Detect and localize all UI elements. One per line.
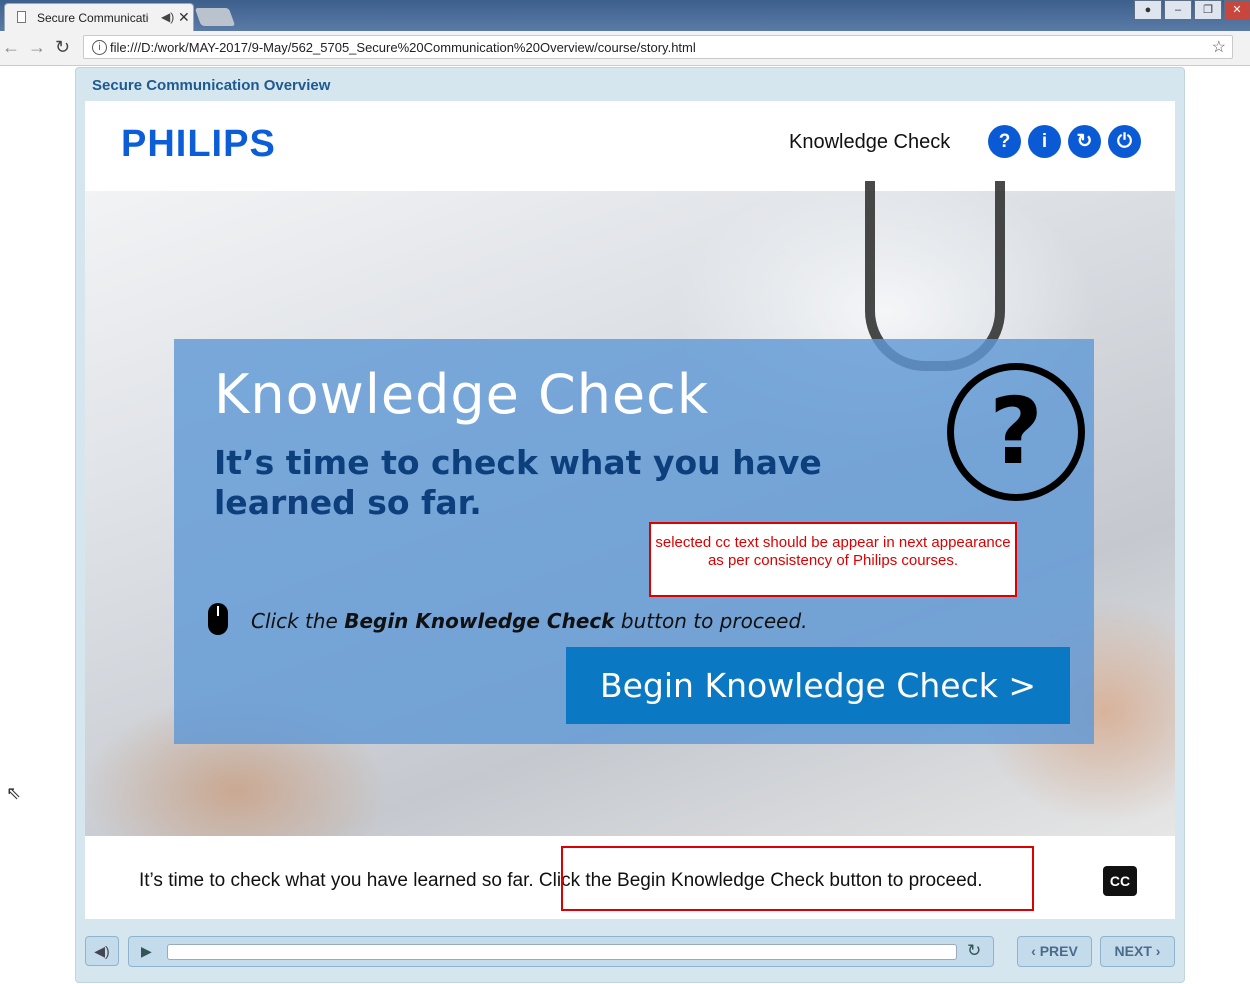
tab-title: Secure Communicatio [37,11,149,25]
caption-highlight-box [561,846,1034,911]
help-icon[interactable]: ? [988,125,1021,158]
mouse-icon [208,603,228,635]
knowledge-check-panel: Knowledge Check It’s time to check what … [174,339,1094,744]
window-controls: ● – ❐ ✕ [1132,0,1250,20]
minimize-button[interactable]: – [1164,0,1192,20]
info-icon[interactable]: i [92,40,107,55]
new-tab-button[interactable] [194,8,236,26]
speaker-icon: ◀) [94,943,110,959]
slide-subheading: It’s time to check what you have learned… [214,443,822,522]
caption-bar: It’s time to check what you have learned… [85,836,1073,919]
tab-close-icon[interactable]: ✕ [178,9,190,26]
course-player: Secure Communication Overview PHILIPS Kn… [75,67,1185,983]
reload-icon[interactable]: ↻ [55,37,70,58]
browser-toolbar: ← → ↻ i file:///D:/work/MAY-2017/9-May/5… [0,31,1250,66]
header-title: Knowledge Check [789,131,951,153]
address-bar[interactable]: i file:///D:/work/MAY-2017/9-May/562_570… [83,35,1233,59]
browser-tabstrip: Secure Communicatio ◀) ✕ ● – ❐ ✕ [0,0,1250,31]
slide: PHILIPS Knowledge Check ? i ↻ ⏻ Knowledg… [85,101,1175,919]
philips-logo: PHILIPS [121,123,276,165]
header-icons: ? i ↻ ⏻ [988,125,1141,158]
user-icon[interactable]: ● [1134,0,1162,20]
question-mark-icon: ? [947,363,1085,501]
volume-button[interactable]: ◀) [85,936,119,966]
prev-button[interactable]: ‹ PREV [1017,936,1092,967]
next-button[interactable]: NEXT › [1100,936,1175,967]
maximize-button[interactable]: ❐ [1194,0,1222,20]
power-icon[interactable]: ⏻ [1108,125,1141,158]
refresh-icon[interactable]: ↻ [1068,125,1101,158]
begin-knowledge-check-button[interactable]: Begin Knowledge Check > [566,647,1070,724]
close-window-button[interactable]: ✕ [1224,0,1250,20]
review-note: selected cc text should be appear in nex… [649,522,1017,597]
closed-captions-button[interactable]: CC [1103,866,1137,896]
instruction-text: Click the Begin Knowledge Check button t… [251,609,808,633]
forward-icon[interactable]: → [28,37,46,58]
cc-button-area: CC [1085,836,1155,919]
course-title: Secure Communication Overview [92,77,331,94]
document-icon [17,11,26,23]
info-icon[interactable]: i [1028,125,1061,158]
back-icon[interactable]: ← [2,37,20,58]
url-text[interactable]: file:///D:/work/MAY-2017/9-May/562_5705_… [110,40,696,55]
mouse-cursor-icon: ⇖ [6,783,22,803]
speaker-icon[interactable]: ◀) [161,10,174,24]
seek-track[interactable] [167,944,957,960]
browser-tab[interactable]: Secure Communicatio ◀) ✕ [4,3,194,31]
replay-icon[interactable]: ↻ [967,941,981,961]
play-icon[interactable]: ▶ [141,943,152,960]
playback-bar: ▶ ↻ [128,936,994,967]
bookmark-star-icon[interactable]: ☆ [1212,37,1226,57]
slide-heading: Knowledge Check [214,363,710,426]
